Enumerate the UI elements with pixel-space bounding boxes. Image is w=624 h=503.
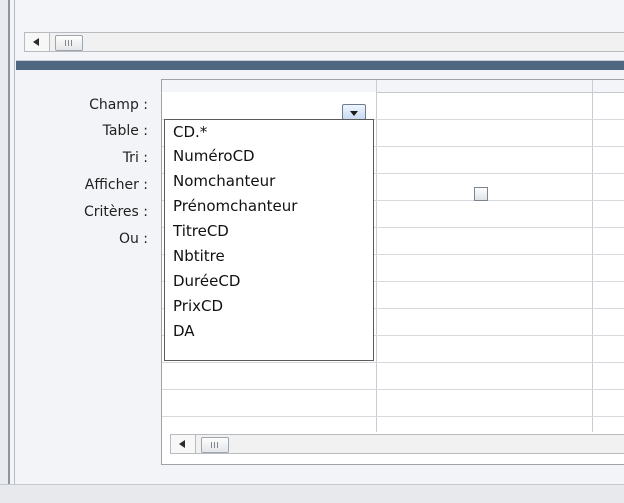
- grid-row-line: [162, 416, 624, 417]
- chevron-down-icon[interactable]: [342, 104, 366, 120]
- grid-column-selectors[interactable]: [161, 79, 624, 93]
- field-dropdown-list[interactable]: CD.* NuméroCD Nomchanteur Prénomchanteur…: [164, 119, 374, 361]
- show-checkbox[interactable]: [474, 187, 488, 201]
- dropdown-option-titrecd[interactable]: TitreCD: [173, 219, 229, 243]
- label-or: Ou :: [118, 231, 148, 247]
- top-horizontal-scrollbar[interactable]: [24, 32, 624, 52]
- dropdown-option-prenomchanteur[interactable]: Prénomchanteur: [173, 194, 297, 218]
- window-frame-line: [8, 0, 10, 484]
- label-criteria: Critères :: [83, 204, 148, 220]
- window-frame-line-inner: [14, 0, 15, 484]
- label-show: Afficher :: [84, 177, 148, 193]
- scroll-thumb[interactable]: [201, 437, 229, 453]
- grid-column-divider: [592, 80, 593, 432]
- dropdown-option-prixcd[interactable]: PrixCD: [173, 294, 223, 318]
- label-sort: Tri :: [122, 150, 148, 166]
- dropdown-option-da[interactable]: DA: [173, 319, 195, 343]
- grid-row-line: [162, 389, 624, 390]
- scroll-left-icon[interactable]: [25, 33, 50, 51]
- label-table: Table :: [102, 123, 148, 139]
- pane-splitter[interactable]: [16, 61, 624, 70]
- grid-column-divider: [376, 80, 377, 432]
- dropdown-option-dureecd[interactable]: DuréeCD: [173, 269, 240, 293]
- dropdown-option-numerocd[interactable]: NuméroCD: [173, 144, 255, 168]
- status-bar: [0, 484, 624, 503]
- dropdown-option-nbtitre[interactable]: Nbtitre: [173, 244, 225, 268]
- grid-row-line: [162, 362, 624, 363]
- scroll-left-icon[interactable]: [171, 435, 196, 453]
- scroll-thumb[interactable]: [55, 35, 83, 51]
- dropdown-option-cd-all[interactable]: CD.*: [173, 120, 207, 144]
- label-field: Champ :: [89, 97, 148, 113]
- window-left-edge: [0, 0, 8, 484]
- dropdown-option-nomchanteur[interactable]: Nomchanteur: [173, 169, 275, 193]
- grid-horizontal-scrollbar[interactable]: [170, 434, 624, 454]
